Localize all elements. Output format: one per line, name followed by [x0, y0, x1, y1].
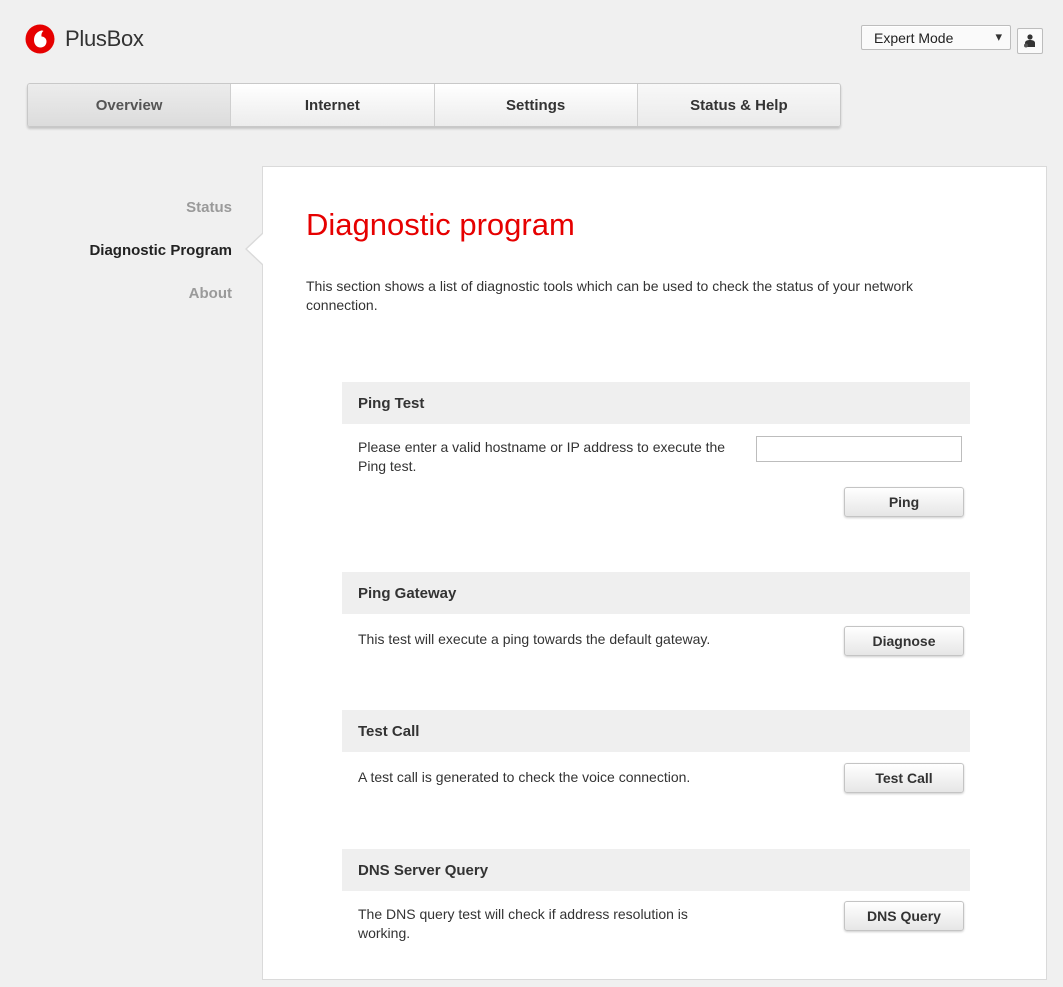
section-header-test-call: Test Call [342, 710, 970, 752]
section-header-dns-server-query: DNS Server Query [342, 849, 970, 891]
app-name: PlusBox [65, 26, 144, 51]
sidebar-item-diagnostic-program[interactable]: Diagnostic Program [60, 239, 232, 282]
section-header-ping-gateway: Ping Gateway [342, 572, 970, 614]
chevron-down-icon: ▾ [995, 29, 1002, 44]
sidebar-item-about[interactable]: About [60, 282, 232, 325]
tab-settings[interactable]: Settings [434, 84, 638, 126]
ping-test-description: Please enter a valid hostname or IP addr… [358, 439, 726, 474]
tab-internet[interactable]: Internet [231, 84, 435, 126]
user-icon [1024, 34, 1035, 48]
sidebar-item-status[interactable]: Status [60, 196, 232, 239]
mode-select-value: Expert Mode [874, 30, 954, 46]
dns-query-description: The DNS query test will check if address… [358, 906, 688, 941]
tab-status-help[interactable]: Status & Help [637, 84, 840, 126]
ping-gateway-description: This test will execute a ping towards th… [358, 631, 711, 647]
page-title: Diagnostic program [306, 207, 575, 242]
section-header-ping-test: Ping Test [342, 382, 970, 424]
logo[interactable]: PlusBox [25, 24, 144, 54]
page-intro: This section shows a list of diagnostic … [306, 278, 913, 313]
test-call-description: A test call is generated to check the vo… [358, 769, 691, 785]
brand-logo-icon [25, 24, 55, 54]
test-call-button[interactable]: Test Call [844, 763, 964, 793]
user-button[interactable] [1017, 28, 1043, 54]
hostname-input[interactable] [756, 436, 962, 462]
sidebar: Status Diagnostic Program About [60, 196, 232, 325]
main-nav: Overview Internet Settings Status & Help [27, 83, 841, 127]
ping-button[interactable]: Ping [844, 487, 964, 517]
tab-overview[interactable]: Overview [28, 84, 232, 126]
diagnose-button[interactable]: Diagnose [844, 626, 964, 656]
mode-select[interactable]: Expert Mode ▾ [861, 25, 1011, 50]
active-item-pointer [245, 232, 264, 266]
dns-query-button[interactable]: DNS Query [844, 901, 964, 931]
